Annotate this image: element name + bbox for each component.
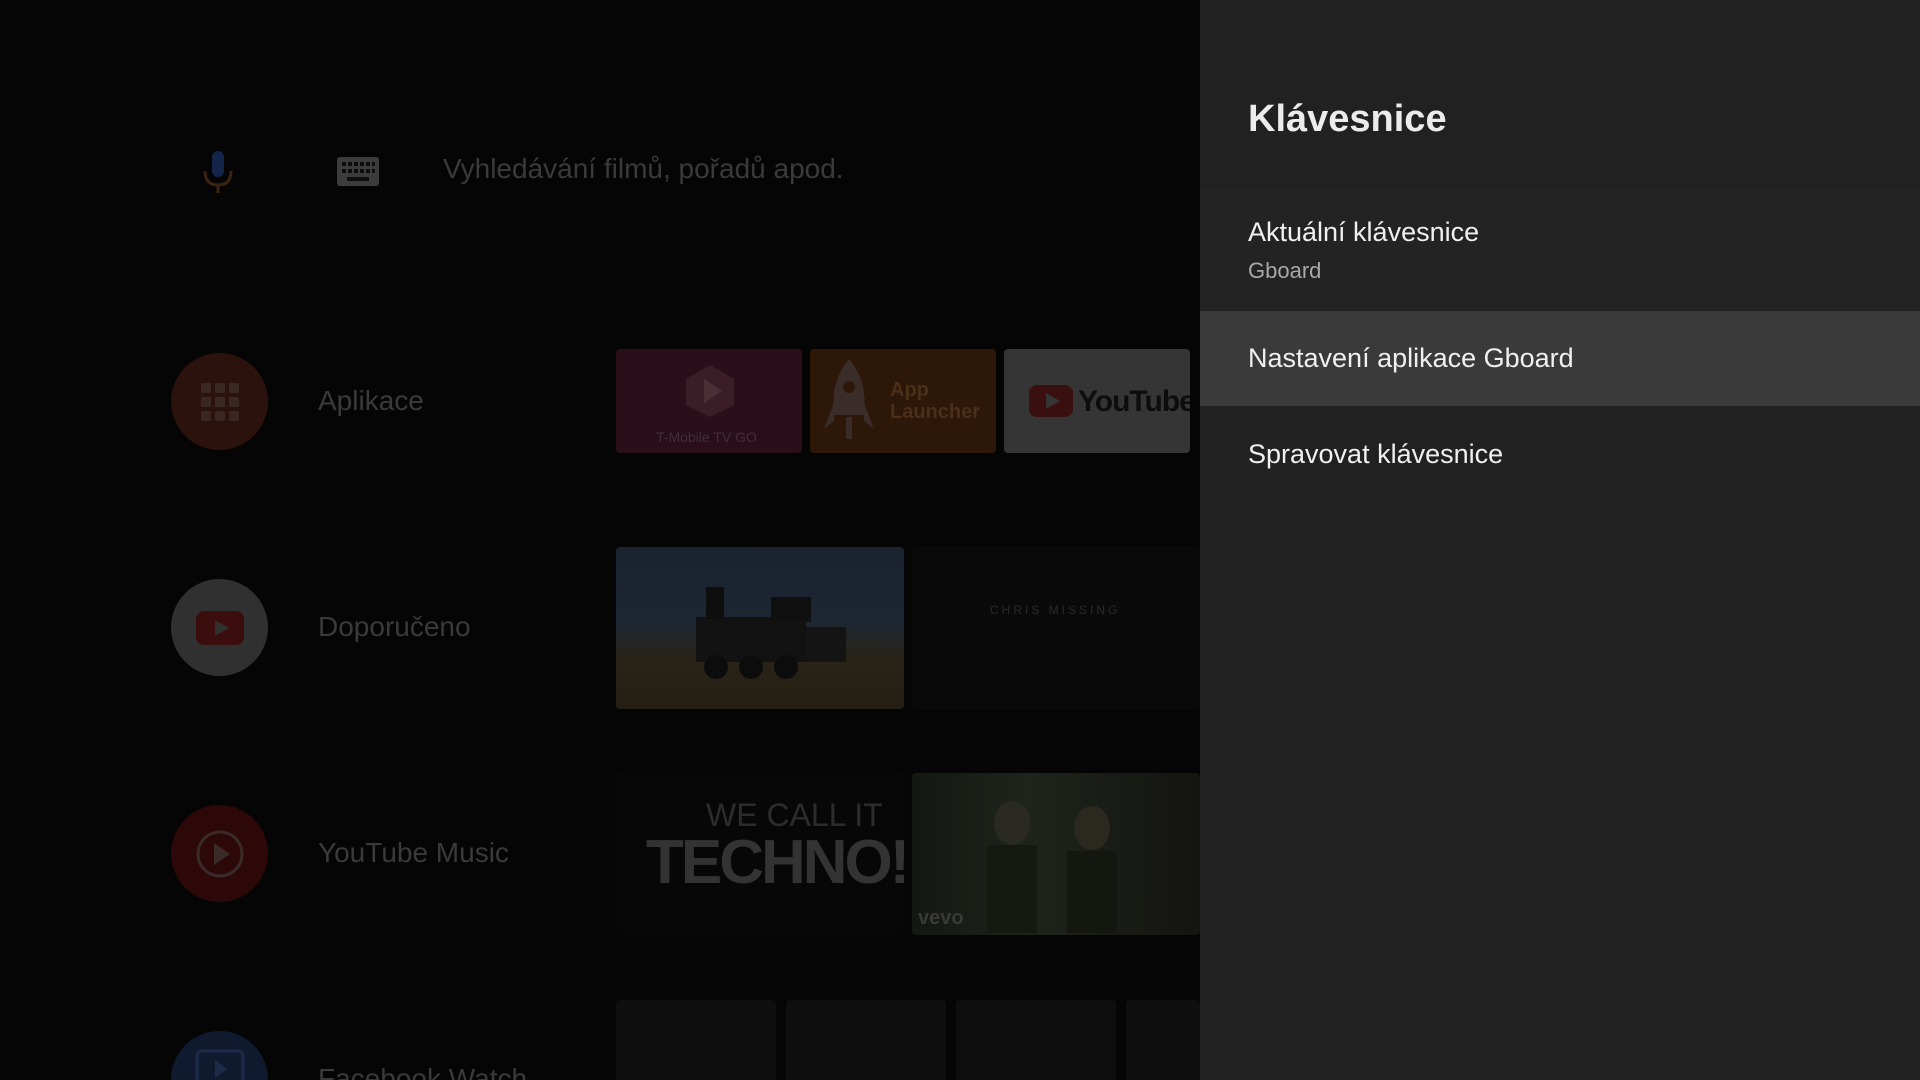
youtube-play-icon <box>196 611 244 645</box>
row-label-facebook-watch: Facebook Watch <box>318 1063 528 1080</box>
vevo-badge: vevo <box>918 907 964 929</box>
youtube-music-icon[interactable] <box>171 805 268 902</box>
video-placeholder[interactable] <box>786 1000 946 1080</box>
item-title: Spravovat klávesnice <box>1248 439 1504 469</box>
keyboard-settings-panel: Klávesnice Aktuální klávesnice Gboard Na… <box>1200 0 1920 1080</box>
train-image <box>696 587 846 679</box>
video-thumbnail-train[interactable] <box>616 547 904 709</box>
search-input[interactable]: Vyhledávání filmů, pořadů apod. <box>443 153 844 185</box>
apps-grid-icon[interactable] <box>171 353 268 450</box>
watch-play-icon <box>195 1049 245 1080</box>
manage-keyboards-item[interactable]: Spravovat klávesnice <box>1200 407 1920 502</box>
item-title: Nastavení aplikace Gboard <box>1248 343 1574 373</box>
video-placeholder[interactable] <box>1126 1000 1200 1080</box>
youtube-icon[interactable] <box>171 579 268 676</box>
app-tile-label: T-Mobile TV GO <box>656 429 757 445</box>
video-placeholder[interactable] <box>616 1000 776 1080</box>
app-tile-tmobile[interactable]: T-Mobile TV GO <box>616 349 802 453</box>
rocket-icon <box>824 359 874 439</box>
tmobile-logo-icon <box>686 365 734 417</box>
facebook-watch-icon[interactable] <box>171 1031 268 1080</box>
gboard-settings-item[interactable]: Nastavení aplikace Gboard <box>1200 311 1920 406</box>
music-thumbnail-techno[interactable]: WE CALL IT TECHNO! <box>616 773 904 935</box>
app-tile-youtube[interactable]: YouTube <box>1004 349 1190 453</box>
youtube-logo-icon <box>1029 385 1073 417</box>
thumbnail-text: CHRIS MISSING <box>990 603 1121 617</box>
app-tile-app-launcher[interactable]: App Launcher <box>810 349 996 453</box>
row-label-youtube-music: YouTube Music <box>318 837 509 868</box>
music-play-icon <box>196 830 244 878</box>
launcher-home: Vyhledávání filmů, pořadů apod. Aplikace… <box>0 0 1200 1080</box>
microphone-icon[interactable] <box>200 151 236 193</box>
video-placeholder[interactable] <box>956 1000 1116 1080</box>
current-keyboard-item[interactable]: Aktuální klávesnice Gboard <box>1200 188 1920 310</box>
keyboard-icon[interactable] <box>337 157 379 186</box>
panel-title: Klávesnice <box>1248 98 1447 140</box>
row-label-apps: Aplikace <box>318 385 424 416</box>
item-title: Aktuální klávesnice <box>1248 217 1480 247</box>
app-tile-label: YouTube <box>1078 385 1190 418</box>
people-image <box>987 801 1117 933</box>
thumbnail-text-line2: TECHNO! <box>646 828 904 897</box>
music-thumbnail-vevo[interactable]: vevo <box>912 773 1200 935</box>
video-thumbnail-dark[interactable]: CHRIS MISSING <box>912 547 1200 709</box>
row-label-recommended: Doporučeno <box>318 611 471 642</box>
item-subtitle: Gboard <box>1248 258 1322 283</box>
app-tile-label: App Launcher <box>890 379 981 423</box>
